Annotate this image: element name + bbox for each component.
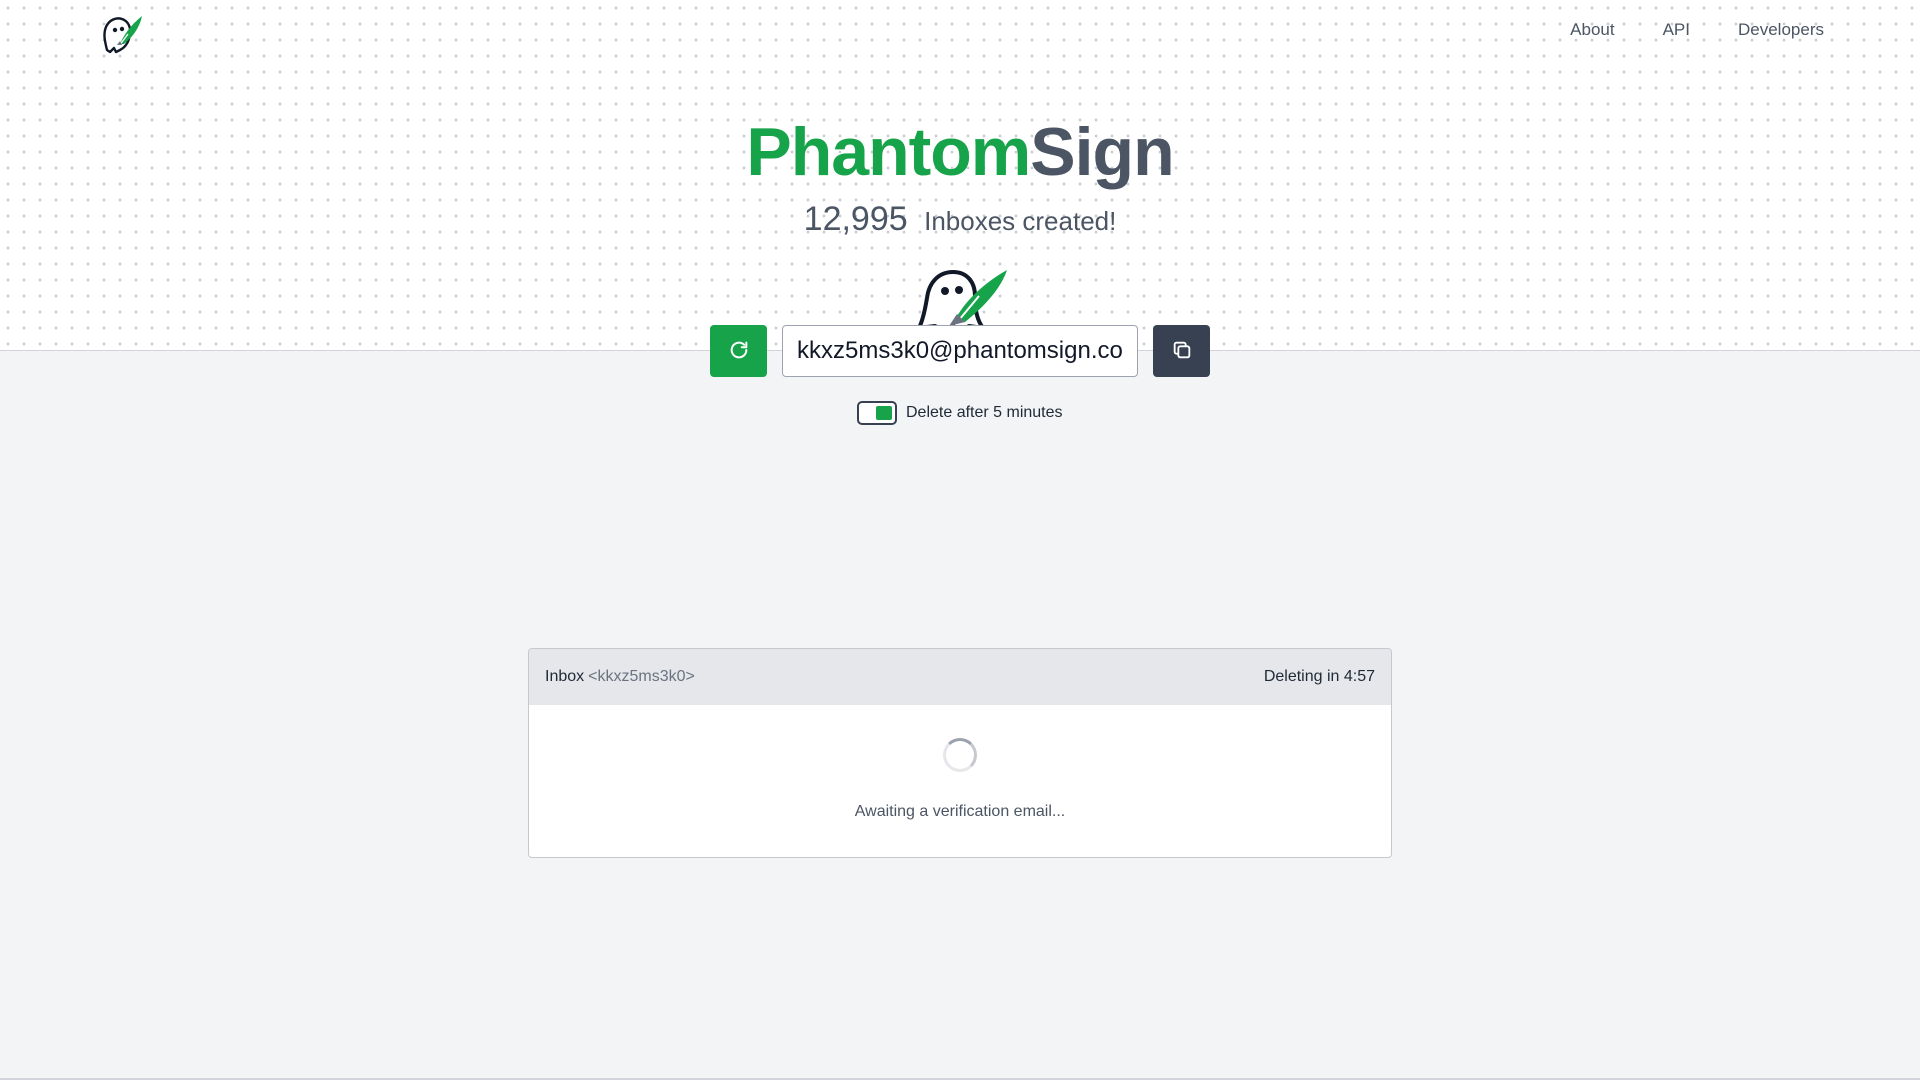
delete-after-toggle[interactable]	[857, 401, 897, 425]
top-nav: About API Developers	[1570, 20, 1824, 40]
refresh-button[interactable]	[710, 325, 767, 377]
delete-toggle-row: Delete after 5 minutes	[857, 401, 1063, 425]
nav-link-about[interactable]: About	[1570, 20, 1614, 40]
counter-value: 12,995	[803, 200, 908, 238]
inbox-status: Awaiting a verification email...	[854, 803, 1066, 820]
nav-link-developers[interactable]: Developers	[1738, 20, 1824, 40]
inbox-counter: 12,995 Inboxes created!	[0, 200, 1920, 239]
ghost-quill-mascot-icon	[915, 266, 1009, 332]
nav-link-api[interactable]: API	[1663, 20, 1690, 40]
title-part-phantom: Phantom	[746, 114, 1031, 190]
copy-icon	[1171, 339, 1193, 364]
loading-spinner-icon	[943, 738, 977, 772]
site-title: PhantomSign	[0, 108, 1920, 196]
inbox-label: Inbox	[545, 668, 585, 685]
inbox-card: Inbox <kkxz5ms3k0> Deleting in 4:57 Await…	[528, 648, 1392, 858]
inbox-address: <kkxz5ms3k0>	[588, 668, 695, 685]
deletion-timer: Deleting in 4:57	[1263, 668, 1375, 685]
delete-toggle-label: Delete after 5 minutes	[906, 404, 1063, 421]
copy-button[interactable]	[1153, 325, 1210, 377]
inbox-header: Inbox <kkxz5ms3k0> Deleting in 4:57	[529, 649, 1391, 705]
counter-label: Inboxes created!	[924, 206, 1117, 236]
title-part-sign: Sign	[1030, 114, 1174, 190]
refresh-icon	[728, 339, 750, 364]
email-address-field[interactable]	[782, 325, 1138, 377]
ghost-quill-logo-icon[interactable]	[98, 12, 144, 56]
toggle-knob	[876, 406, 892, 420]
